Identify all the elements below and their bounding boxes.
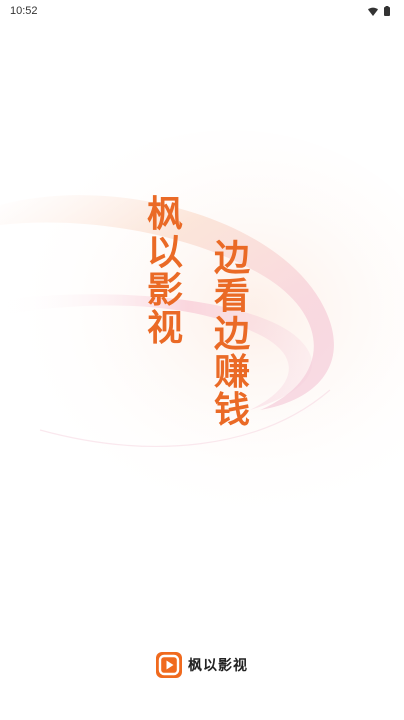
slogan-char: 边 bbox=[213, 314, 250, 355]
status-bar: 10:52 bbox=[0, 0, 404, 22]
wifi-icon bbox=[368, 7, 378, 16]
brand-name: 枫以影视 bbox=[188, 658, 248, 674]
slogan-left-column: 枫 以 影 视 bbox=[143, 196, 187, 348]
slogan-char: 赚 bbox=[213, 352, 250, 393]
slogan-char: 枫 bbox=[146, 194, 183, 235]
slogan-char: 以 bbox=[146, 232, 183, 273]
battery-icon bbox=[384, 6, 390, 16]
status-icons bbox=[368, 6, 390, 16]
slogan-right-column: 边 看 边 赚 钱 bbox=[210, 240, 254, 430]
slogan-char: 影 bbox=[146, 270, 183, 311]
status-time: 10:52 bbox=[10, 5, 38, 17]
slogan-char: 钱 bbox=[213, 390, 250, 431]
splash-screen: 10:52 枫 以 影 视 边 看 边 赚 钱 枫以影视 bbox=[0, 0, 404, 720]
slogan-char: 看 bbox=[213, 276, 250, 317]
play-logo-icon bbox=[156, 652, 182, 678]
brand-footer: 枫以影视 bbox=[0, 652, 404, 678]
slogan-char: 边 bbox=[213, 238, 250, 279]
slogan-char: 视 bbox=[146, 308, 183, 349]
background-swoosh bbox=[0, 130, 404, 530]
